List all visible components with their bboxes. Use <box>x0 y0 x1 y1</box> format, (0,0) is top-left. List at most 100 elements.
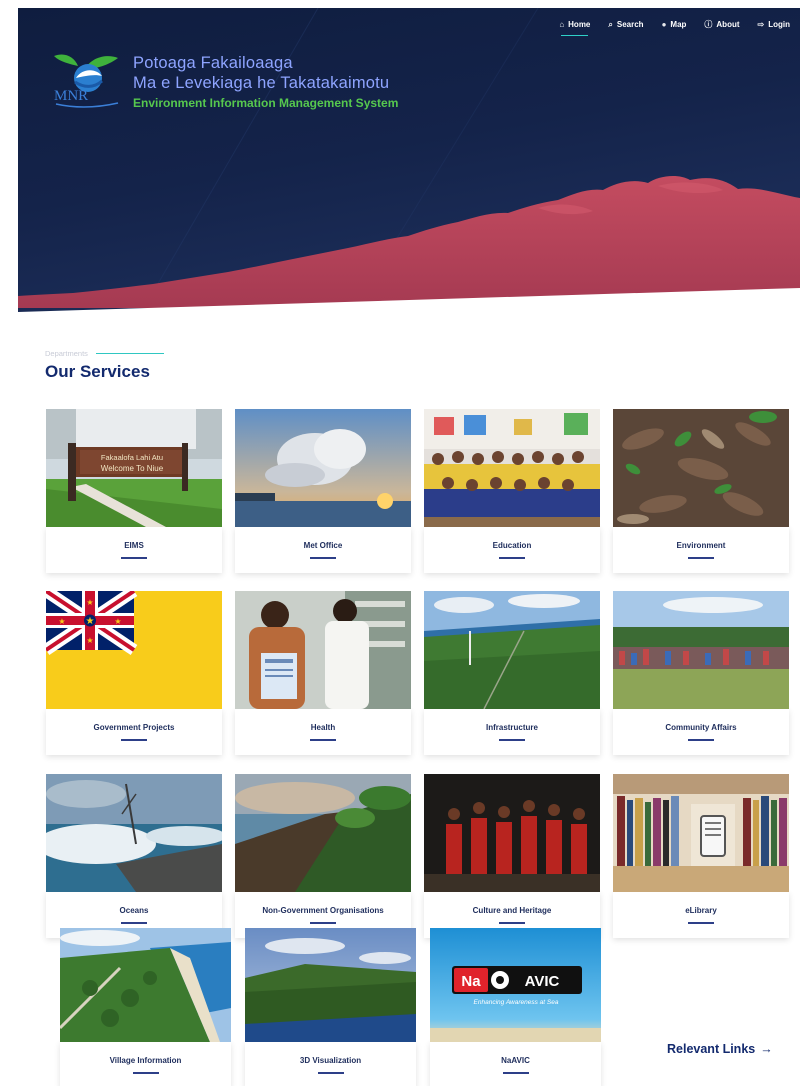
community-affairs-footer: Community Affairs <box>613 709 789 755</box>
environment-underline <box>688 557 714 559</box>
service-card-education[interactable]: Education <box>424 409 600 573</box>
brand-line-1: Potoaga Fakailoaaga <box>133 54 293 72</box>
education-underline <box>499 557 525 559</box>
service-card-elibrary[interactable]: eLibrary <box>613 774 789 938</box>
village-information-underline <box>132 1072 159 1074</box>
service-card-ngo[interactable]: Non-Government Organisations <box>235 774 411 938</box>
environment-footer: Environment <box>613 527 789 573</box>
environment-label: Environment <box>676 541 726 550</box>
svg-text:★: ★ <box>86 616 95 627</box>
map-icon: ● <box>661 19 667 29</box>
infrastructure-underline <box>499 739 525 741</box>
mnr-logo[interactable]: MNR <box>48 48 126 110</box>
nav-home[interactable]: ⌂ Home <box>559 19 591 36</box>
elibrary-footer: eLibrary <box>613 892 789 938</box>
health-image <box>235 591 411 709</box>
met-office-image <box>235 409 411 527</box>
brand-line-2: Ma e Levekiaga he Takatakaimotu <box>133 74 390 92</box>
nav-about[interactable]: ⓘ About <box>704 20 739 33</box>
relevant-links-link[interactable]: Relevant Links → <box>667 1042 773 1056</box>
service-card-met-office[interactable]: Met Office <box>235 409 411 573</box>
elibrary-image <box>613 774 789 892</box>
3d-visualization-underline <box>317 1072 344 1074</box>
nav-map-label: Map <box>670 20 687 29</box>
login-icon: ⇨ <box>757 19 765 29</box>
eyebrow-text: Departments <box>45 349 88 358</box>
village-information-label: Village Information <box>109 1056 182 1065</box>
environment-image <box>613 409 789 527</box>
svg-text:★: ★ <box>86 636 93 645</box>
home-icon: ⌂ <box>559 19 565 29</box>
brand-line-3: Environment Information Management Syste… <box>133 96 399 110</box>
met-office-label: Met Office <box>303 541 343 550</box>
eims-footer: EIMS <box>46 527 222 573</box>
nav-search[interactable]: ⌕ Search <box>608 20 643 33</box>
eims-label: EIMS <box>124 541 144 550</box>
ngo-label: Non-Government Organisations <box>262 906 384 915</box>
education-image <box>424 409 600 527</box>
met-office-footer: Met Office <box>235 527 411 573</box>
oceans-image <box>46 774 222 892</box>
eims-sign-line-2: Welcome To Niue <box>101 464 164 473</box>
ngo-image <box>235 774 411 892</box>
service-card-eims[interactable]: Fakaalofa Lahi Atu Welcome To Niue EIMS <box>46 409 222 573</box>
infrastructure-label: Infrastructure <box>485 723 538 732</box>
svg-text:★: ★ <box>86 598 93 607</box>
svg-text:★: ★ <box>114 617 121 626</box>
service-card-community-affairs[interactable]: Community Affairs <box>613 591 789 755</box>
nav-login[interactable]: ⇨ Login <box>758 20 790 33</box>
health-footer: Health <box>235 709 411 755</box>
naavic-underline <box>502 1072 529 1074</box>
community-affairs-underline <box>688 739 714 741</box>
naavic-logo-left: Na <box>461 973 481 990</box>
section-title: Our Services <box>45 362 150 381</box>
community-affairs-image <box>613 591 789 709</box>
naavic-footer: NaAVIC <box>430 1042 601 1086</box>
naavic-image: Na AVIC Enhancing Awareness at Sea <box>430 928 601 1042</box>
government-projects-underline <box>121 739 147 741</box>
arrow-right-icon: → <box>760 1042 773 1056</box>
oceans-label: Oceans <box>119 906 149 915</box>
service-card-3d-visualization[interactable]: 3D Visualization <box>245 928 416 1086</box>
eims-underline <box>121 557 147 559</box>
niue-flag-image: ★ ★ ★ ★ ★ <box>46 591 222 709</box>
naavic-label: NaAVIC <box>501 1056 530 1065</box>
nav-home-label: Home <box>568 20 591 29</box>
hero-banner: ⌂ Home ⌕ Search ● Map ⓘ About ⇨ Login MN… <box>18 8 800 318</box>
3d-visualization-image <box>245 928 416 1042</box>
3d-visualization-label: 3D Visualization <box>299 1056 362 1065</box>
nav-login-label: Login <box>768 20 790 29</box>
health-label: Health <box>310 723 336 732</box>
culture-heritage-image <box>424 774 600 892</box>
search-icon: ⌕ <box>608 19 613 29</box>
service-card-naavic[interactable]: Na AVIC Enhancing Awareness at Sea NaAVI… <box>430 928 601 1086</box>
nav-about-label: About <box>716 20 740 29</box>
health-underline <box>310 739 336 741</box>
infrastructure-image <box>424 591 600 709</box>
service-card-environment[interactable]: Environment <box>613 409 789 573</box>
government-projects-footer: Government Projects <box>46 709 222 755</box>
brand-title: Potoaga Fakailoaaga Ma e Levekiaga he Ta… <box>133 53 398 112</box>
section-eyebrow: Departments <box>45 349 164 358</box>
naavic-logo-right: AVIC <box>525 973 560 990</box>
svg-text:★: ★ <box>58 617 65 626</box>
service-card-health[interactable]: Health <box>235 591 411 755</box>
eyebrow-divider <box>95 352 164 355</box>
service-card-infrastructure[interactable]: Infrastructure <box>424 591 600 755</box>
service-card-government-projects[interactable]: ★ ★ ★ ★ ★ Government Projects <box>46 591 222 755</box>
education-label: Education <box>492 541 532 550</box>
service-card-village-information[interactable]: Village Information <box>60 928 231 1086</box>
service-card-oceans[interactable]: Oceans <box>46 774 222 938</box>
3d-visualization-footer: 3D Visualization <box>245 1042 416 1086</box>
service-card-culture-heritage[interactable]: Culture and Heritage <box>424 774 600 938</box>
eims-image: Fakaalofa Lahi Atu Welcome To Niue <box>46 409 222 527</box>
education-footer: Education <box>424 527 600 573</box>
nav-map[interactable]: ● Map <box>662 20 687 33</box>
elibrary-underline <box>688 922 714 924</box>
infrastructure-footer: Infrastructure <box>424 709 600 755</box>
nav-search-label: Search <box>616 20 644 29</box>
naavic-tagline: Enhancing Awareness at Sea <box>474 999 559 1006</box>
culture-heritage-label: Culture and Heritage <box>472 906 552 915</box>
village-information-image <box>60 928 231 1042</box>
government-projects-label: Government Projects <box>93 723 175 732</box>
